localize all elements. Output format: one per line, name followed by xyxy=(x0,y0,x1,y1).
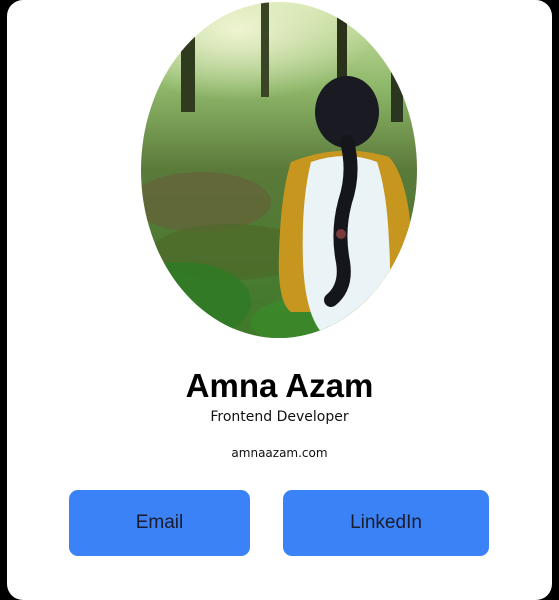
avatar-photo xyxy=(141,2,417,338)
linkedin-button[interactable]: LinkedIn xyxy=(283,490,489,556)
avatar xyxy=(141,2,417,338)
profile-role: Frontend Developer xyxy=(210,409,349,425)
profile-website-link[interactable]: amnaazam.com xyxy=(7,444,552,462)
email-button[interactable]: Email xyxy=(69,490,250,556)
profile-card: Amna Azam Frontend Developer amnaazam.co… xyxy=(7,0,552,600)
profile-name: Amna Azam xyxy=(185,367,374,404)
